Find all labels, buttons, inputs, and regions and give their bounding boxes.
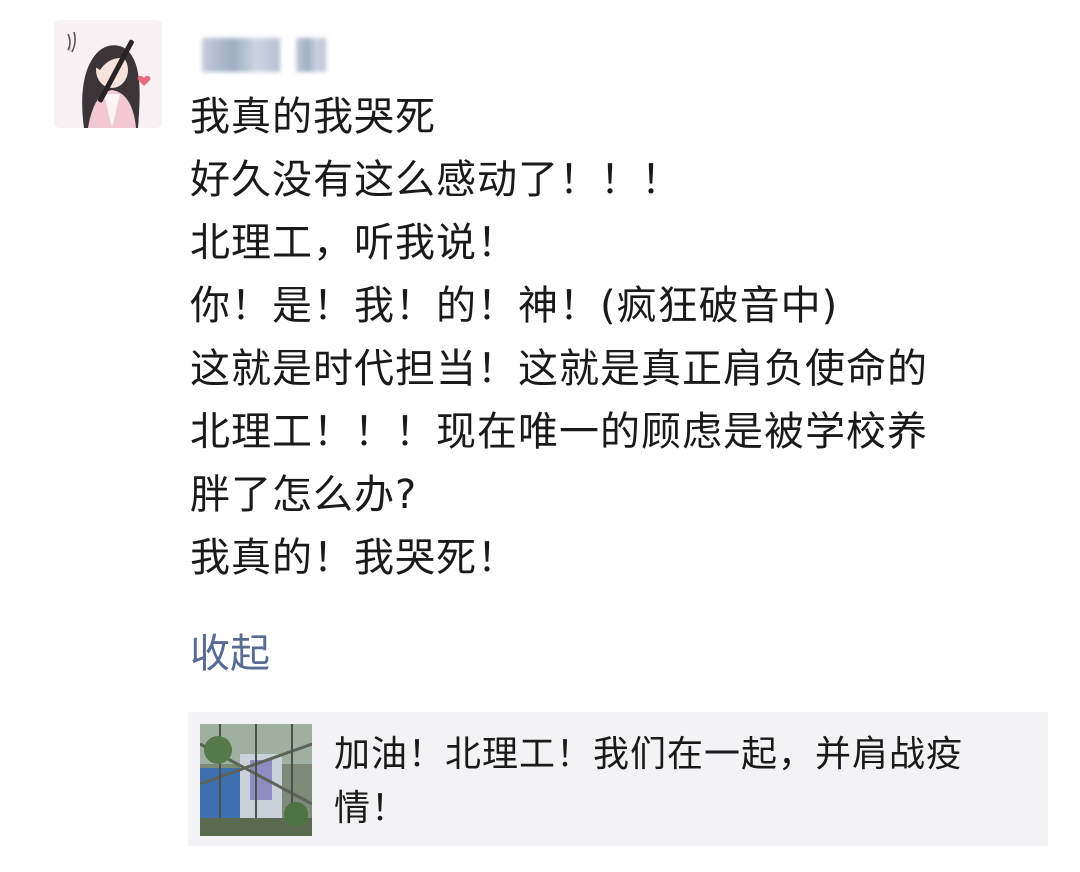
post-line: 北理工，听我说！	[190, 220, 518, 266]
post-line: 我真的我哭死	[190, 94, 436, 140]
post-line: 好久没有这么感动了！！！	[190, 157, 682, 203]
shared-link-title: 加油！北理工！我们在一起，并肩战疫 情！	[334, 728, 1014, 836]
shared-link-thumbnail	[200, 724, 312, 836]
shared-link-title-line: 情！	[334, 788, 409, 829]
post-line: 你！是！我！的！神！(疯狂破音中)	[190, 283, 839, 329]
collapse-button[interactable]: 收起	[190, 626, 270, 682]
post-text: 我真的我哭死 好久没有这么感动了！！！ 北理工，听我说！ 你！是！我！的！神！(…	[190, 86, 1040, 590]
avatar-illustration-icon: ｜	[54, 20, 162, 128]
post-line: 北理工！！！现在唯一的顾虑是被学校养	[190, 409, 928, 455]
redaction-block	[202, 38, 280, 72]
thumbnail-photo-icon	[200, 724, 312, 836]
avatar[interactable]: ｜	[54, 20, 162, 128]
post-line: 这就是时代担当！这就是真正肩负使命的	[190, 346, 928, 392]
redaction-block	[296, 38, 326, 72]
shared-link-card[interactable]: 加油！北理工！我们在一起，并肩战疫 情！	[188, 712, 1048, 846]
shared-link-title-line: 加油！北理工！我们在一起，并肩战疫	[334, 734, 964, 775]
post-line: 我真的！我哭死！	[190, 535, 518, 581]
post-line: 胖了怎么办?	[190, 472, 418, 518]
